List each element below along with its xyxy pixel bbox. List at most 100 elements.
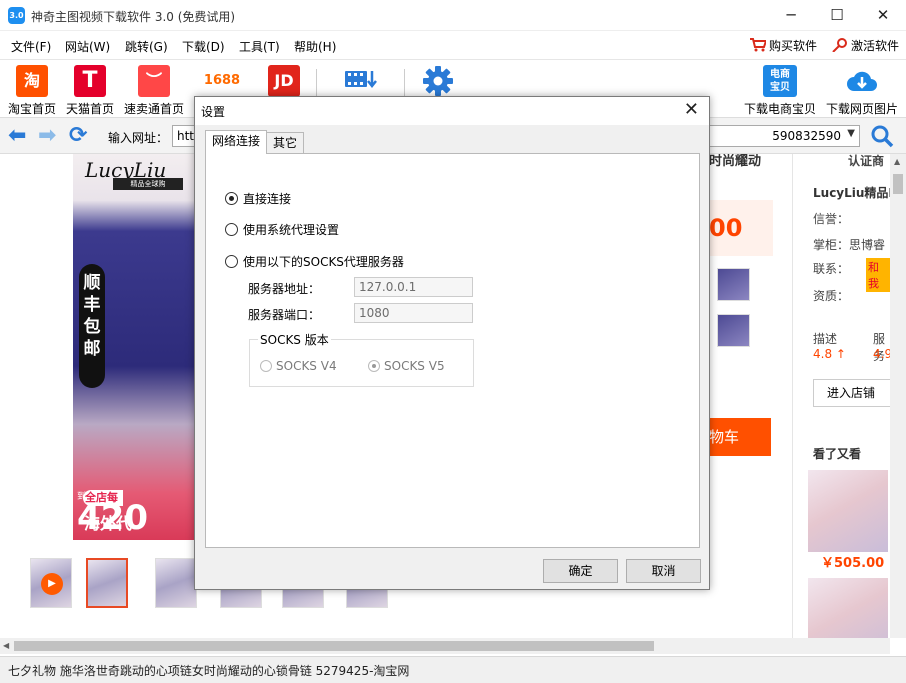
ok-button[interactable]: 确定: [543, 559, 618, 583]
taobao-home-label: 淘宝首页: [7, 102, 56, 116]
shop-info-panel: 认证商 LucyLiu精品I 信誉： 掌柜：思博睿 联系： 和我 资质： 描述 …: [792, 154, 890, 638]
jd-icon: JD: [268, 65, 300, 97]
product-main-image[interactable]: LucyLiu 精品全球购 顺丰包邮 到手价: 420: [73, 154, 194, 540]
radio-circle-checked: [225, 192, 238, 205]
shop-name: LucyLiu精品I: [813, 186, 890, 200]
product-title-snippet: 时尚耀动: [709, 154, 762, 169]
radio-socks-proxy[interactable]: 使用以下的SOCKS代理服务器: [225, 253, 404, 270]
alibaba-1688-icon: 1688: [199, 65, 245, 97]
thumbnail[interactable]: [155, 558, 197, 608]
aliexpress-home-button[interactable]: ︶ 速卖通首页: [122, 65, 186, 117]
minimize-button[interactable]: ─: [768, 0, 814, 31]
forward-arrow-icon[interactable]: ➡: [38, 125, 56, 147]
thumbnail-video[interactable]: ▶: [30, 558, 72, 608]
video-download-button[interactable]: [342, 65, 378, 98]
dialog-close-icon[interactable]: ✕: [684, 99, 699, 120]
alibaba-1688-button[interactable]: 1688: [198, 65, 246, 100]
network-tab-panel: 直接连接 使用系统代理设置 使用以下的SOCKS代理服务器 服务器地址： 127…: [205, 153, 700, 548]
radio-socks-v5[interactable]: SOCKS V5: [368, 359, 445, 373]
close-button[interactable]: ✕: [860, 0, 906, 31]
socks-v4-label: SOCKS V4: [276, 359, 337, 373]
dialog-title-bar: 设置 ✕: [195, 97, 709, 125]
horizontal-scrollbar[interactable]: ◀: [0, 638, 890, 654]
search-icon[interactable]: [870, 124, 894, 148]
contact-badge[interactable]: 和我: [866, 258, 890, 292]
enter-shop-button[interactable]: 进入店铺: [813, 379, 890, 407]
tmall-home-label: 天猫首页: [65, 102, 114, 116]
sf-shipping-text: 顺丰包邮: [83, 273, 101, 359]
dialog-title: 设置: [201, 105, 226, 119]
tmall-home-button[interactable]: T 天猫首页: [64, 65, 116, 117]
download-ecom-button[interactable]: 电商 宝贝 下载电商宝贝: [744, 65, 816, 117]
radio-circle: [225, 255, 238, 268]
menu-tools[interactable]: 工具(T): [239, 38, 280, 55]
horizontal-scroll-thumb[interactable]: [14, 641, 654, 651]
tab-other[interactable]: 其它: [266, 132, 305, 154]
thumbnail-selected[interactable]: [86, 558, 128, 608]
cancel-button[interactable]: 取消: [626, 559, 701, 583]
menu-file[interactable]: 文件(F): [11, 38, 51, 55]
taobao-home-button[interactable]: 淘 淘宝首页: [6, 65, 58, 117]
radio-circle: [225, 223, 238, 236]
activate-software-link[interactable]: 激活软件: [832, 37, 899, 54]
menu-download[interactable]: 下载(D): [182, 38, 225, 55]
sku-image[interactable]: [717, 268, 750, 301]
desc-score-label: 描述: [813, 332, 838, 346]
tab-network[interactable]: 网络连接: [205, 130, 268, 154]
radio-socks-proxy-label: 使用以下的SOCKS代理服务器: [243, 255, 404, 269]
menu-site[interactable]: 网站(W): [65, 38, 110, 55]
radio-system-proxy[interactable]: 使用系统代理设置: [225, 221, 339, 238]
scroll-up-icon[interactable]: ▲: [894, 157, 900, 166]
radio-system-proxy-label: 使用系统代理设置: [243, 223, 340, 237]
address-dropdown-icon[interactable]: ▼: [847, 128, 855, 139]
aliexpress-home-label: 速卖通首页: [123, 102, 184, 116]
recommended-item-image[interactable]: [808, 578, 888, 638]
recommended-item-image[interactable]: [808, 470, 888, 552]
activate-software-label: 激活软件: [851, 39, 900, 53]
settings-dialog: 设置 ✕ 网络连接 其它 直接连接 使用系统代理设置 使用以下的SOCKS代理服…: [194, 96, 710, 590]
play-icon: ▶: [41, 573, 63, 595]
menu-goto[interactable]: 跳转(G): [125, 38, 168, 55]
promo-text: 海外代: [84, 514, 133, 533]
buy-software-link[interactable]: 购买软件: [750, 37, 817, 54]
aliexpress-icon: ︶: [138, 65, 170, 97]
server-port-input[interactable]: 1080: [354, 303, 473, 323]
download-web-images-button[interactable]: 下载网页图片: [824, 65, 900, 117]
add-to-cart-label: 物车: [709, 428, 740, 446]
menu-help[interactable]: 帮助(H): [294, 38, 336, 55]
settings-button[interactable]: [420, 65, 456, 100]
qualification-row: 资质：: [813, 289, 850, 303]
jd-button[interactable]: JD: [266, 65, 302, 100]
socks-version-group: SOCKS 版本 SOCKS V4 SOCKS V5: [249, 331, 474, 387]
app-icon: 3.0: [8, 7, 25, 24]
download-ecom-label: 下载电商宝贝: [744, 102, 817, 116]
server-address-label: 服务器地址：: [248, 282, 321, 296]
buy-software-label: 购买软件: [769, 39, 818, 53]
back-arrow-icon[interactable]: ⬅: [8, 125, 26, 147]
download-web-images-label: 下载网页图片: [825, 102, 898, 116]
price-strip-value: 00: [709, 214, 743, 242]
recommended-item-price: ￥505.00: [821, 556, 885, 571]
address-value-end: 590832590: [772, 129, 841, 143]
seller-row: 掌柜：思博睿: [813, 238, 886, 252]
maximize-button[interactable]: ☐: [814, 0, 860, 31]
radio-direct-label: 直接连接: [243, 192, 292, 206]
socks-version-legend: SOCKS 版本: [258, 331, 331, 348]
scroll-left-icon[interactable]: ◀: [3, 641, 9, 650]
promo-badge: 全店每: [83, 490, 123, 506]
cart-icon: [750, 38, 766, 52]
sf-shipping-badge: 顺丰包邮: [79, 264, 105, 388]
add-to-cart-button[interactable]: 物车: [709, 418, 771, 456]
sku-image[interactable]: [717, 314, 750, 347]
gear-icon: [423, 66, 453, 96]
vertical-scrollbar[interactable]: ▲: [890, 154, 906, 638]
radio-direct[interactable]: 直接连接: [225, 190, 291, 207]
service-score-value: 4.9: [873, 347, 890, 361]
server-address-input[interactable]: 127.0.0.1: [354, 277, 473, 297]
refresh-icon[interactable]: ⟳: [69, 125, 87, 147]
status-text: 七夕礼物 施华洛世奇跳动的心项链女时尚耀动的心锁骨链 5279425-淘宝网: [8, 664, 410, 678]
vertical-scroll-thumb[interactable]: [893, 174, 903, 194]
radio-socks-v4[interactable]: SOCKS V4: [260, 359, 337, 373]
ecom-icon: 电商 宝贝: [763, 65, 797, 97]
key-icon: [832, 38, 847, 52]
